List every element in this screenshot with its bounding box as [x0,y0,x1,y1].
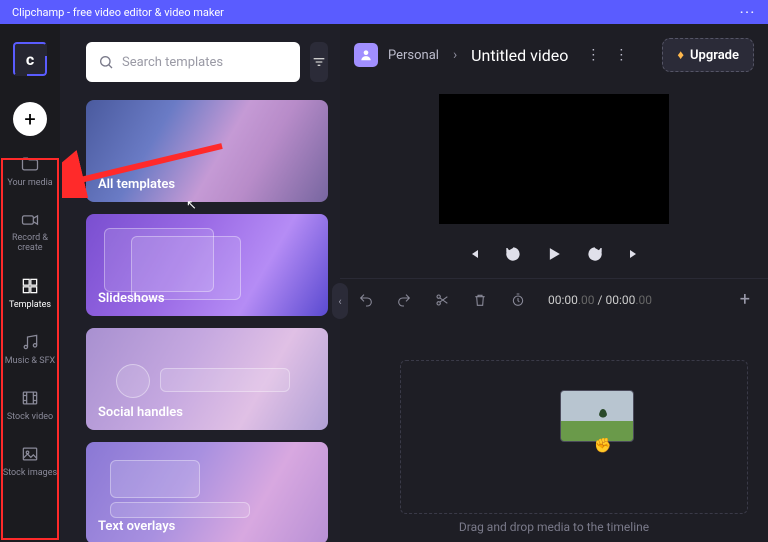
share-button[interactable]: ⋮ [614,47,628,63]
collapse-panel-toggle[interactable]: ‹ [332,283,348,319]
search-input[interactable] [122,55,288,70]
redo-button[interactable] [396,292,412,308]
add-track-button[interactable]: + [740,289,750,310]
timeline-toolbar: 00:00.00 / 00:00.00 + [340,278,768,320]
workspace-avatar[interactable] [354,43,378,67]
sidebar-item-your-media[interactable]: Your media [0,154,60,188]
template-card-label: Social handles [98,405,183,420]
workspace-name[interactable]: Personal [388,48,439,63]
timeline-area[interactable]: ✊ Drag and drop media to the timeline [340,320,768,542]
timecode-display: 00:00.00 / 00:00.00 [548,293,652,307]
template-card-text-overlays[interactable]: Text overlays [86,442,328,542]
window-title-bar: Clipchamp - free video editor & video ma… [0,0,768,24]
upgrade-button[interactable]: ♦ Upgrade [662,38,754,72]
sidebar-item-label: Record & create [0,234,60,254]
skip-start-button[interactable] [466,244,482,264]
skip-end-button[interactable] [626,244,642,264]
sidebar-item-stock-video[interactable]: Stock video [0,388,60,422]
window-title: Clipchamp - free video editor & video ma… [12,6,224,19]
chevron-right-icon: › [453,47,457,63]
timer-icon[interactable] [510,292,526,308]
undo-button[interactable] [358,292,374,308]
rewind-5-button[interactable] [504,244,522,264]
cut-button[interactable] [434,292,450,308]
template-card-label: Slideshows [98,291,165,306]
filter-button[interactable] [310,42,328,82]
play-button[interactable] [544,244,564,264]
add-button[interactable]: + [13,102,47,136]
sidebar-item-templates[interactable]: Templates [0,276,60,310]
app-logo[interactable]: c [13,42,47,76]
video-options-button[interactable]: ⋮ [586,47,600,63]
upgrade-label: Upgrade [690,48,739,63]
template-card-all-templates[interactable]: All templates [86,100,328,202]
sidebar-item-label: Music & SFX [5,356,55,366]
template-card-label: Text overlays [98,519,175,534]
sidebar-item-label: Stock video [7,412,53,422]
templates-icon [20,276,40,296]
film-icon [20,388,40,408]
template-card-social-handles[interactable]: Social handles [86,328,328,430]
filter-icon [311,54,327,70]
media-thumbnail[interactable] [560,390,634,442]
image-icon [20,444,40,464]
sidebar-item-label: Your media [7,178,52,188]
music-icon [20,332,40,352]
sidebar-item-music-sfx[interactable]: Music & SFX [0,332,60,366]
sidebar-item-record-create[interactable]: Record & create [0,210,60,254]
camera-icon [20,210,40,230]
sidebar-item-label: Templates [9,300,51,310]
search-icon [98,54,114,70]
folder-icon [20,154,40,174]
timeline-hint: Drag and drop media to the timeline [340,520,768,534]
template-card-slideshows[interactable]: Slideshows [86,214,328,316]
player-controls [340,236,768,278]
left-sidebar: c + Your media Record & create Templates… [0,24,60,542]
diamond-icon: ♦ [677,47,684,63]
search-box[interactable] [86,42,300,82]
sidebar-item-stock-images[interactable]: Stock images [0,444,60,478]
editor-top-bar: Personal › Untitled video ⋮ ⋮ ♦ Upgrade [340,24,768,86]
window-menu-icon[interactable]: ··· [740,6,756,19]
video-title[interactable]: Untitled video [471,46,568,65]
video-preview[interactable] [439,94,669,224]
delete-button[interactable] [472,292,488,308]
templates-panel: All templates Slideshows Social handles … [60,24,340,542]
editor-area: ‹ Personal › Untitled video ⋮ ⋮ ♦ Upgrad… [340,24,768,542]
forward-5-button[interactable] [586,244,604,264]
template-card-label: All templates [98,177,175,192]
sidebar-item-label: Stock images [3,468,57,478]
